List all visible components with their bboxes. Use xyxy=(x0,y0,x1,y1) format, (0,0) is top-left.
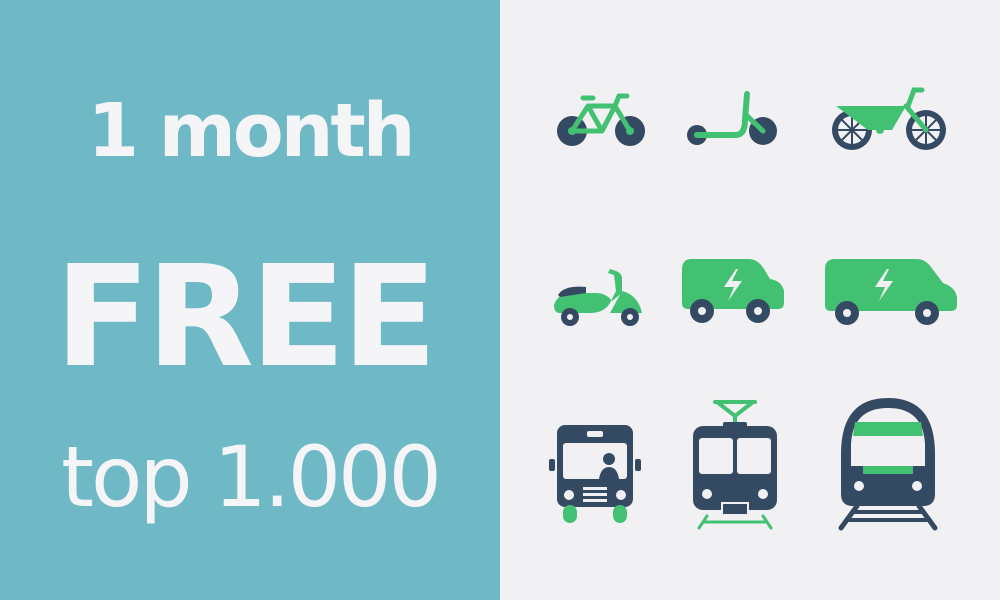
bicycle-icon xyxy=(557,93,645,146)
electric-car-icon xyxy=(682,259,784,323)
promo-panel: 1 month FREE top 1.000 xyxy=(0,0,500,600)
tram-icon xyxy=(693,400,777,530)
train-icon xyxy=(838,398,938,531)
promo-banner: 1 month FREE top 1.000 xyxy=(0,0,1000,600)
promo-free: FREE xyxy=(54,236,438,399)
electric-van-icon xyxy=(825,259,957,325)
promo-top: top 1.000 xyxy=(61,428,442,526)
cargo-bike-icon xyxy=(832,87,946,150)
promo-duration: 1 month xyxy=(87,88,416,174)
moped-icon xyxy=(554,269,642,326)
kick-scooter-icon xyxy=(687,91,777,145)
bus-icon xyxy=(549,425,641,523)
